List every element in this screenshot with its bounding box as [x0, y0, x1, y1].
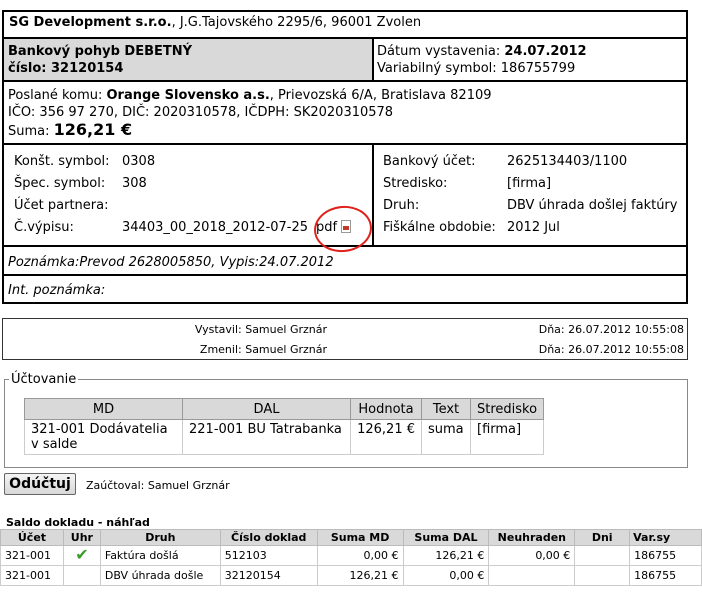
balance-type: Faktúra došlá: [99, 545, 221, 566]
divider: [372, 143, 374, 246]
company-address: , J.G.Tajovského 2295/6, 96001 Zvolen: [171, 15, 422, 30]
issue-date-label: Dátum vystavenia:: [377, 44, 505, 59]
balance-header-paid: Uhr: [62, 529, 101, 546]
sum-value: 126,21 €: [53, 120, 133, 139]
variable-symbol: 186755799: [500, 61, 576, 76]
partner-account-label: Účet partnera:: [14, 198, 109, 213]
recipient-name: Orange Slovensko a.s.: [106, 88, 270, 103]
balance-vs: 186755: [629, 565, 702, 586]
balance-header-doc: Číslo doklad: [219, 529, 318, 546]
spec-symbol-label: Špec. symbol:: [14, 176, 106, 191]
fiscal-period-value: 2012 Jul: [507, 220, 560, 235]
balance-md: 126,21 €: [316, 565, 404, 586]
balance-title: Saldo dokladu - náhľad: [6, 516, 150, 529]
company-header: SG Development s.r.o., J.G.Tajovského 22…: [9, 15, 421, 30]
cost-center-label: Stredisko:: [383, 176, 448, 191]
sum-label: Suma:: [8, 124, 54, 139]
posting-legend: Účtovanie: [11, 372, 77, 387]
unpost-button[interactable]: Odúčtuj: [4, 473, 76, 495]
posting-header-center: Stredisko: [469, 398, 545, 420]
table-row: 321-001 ✔ Faktúra došlá 512103 0,00 € 12…: [0, 545, 702, 566]
doc-title: Bankový pohyb DEBETNÝ: [8, 44, 193, 59]
type-value: DBV úhrada došlej faktúry: [507, 198, 678, 213]
balance-days: [574, 545, 631, 566]
posting-header-md: MD: [24, 398, 183, 420]
balance-header-type: Druh: [99, 529, 221, 546]
recipient-line: Poslané komu: Orange Slovensko a.s., Pri…: [8, 88, 492, 103]
type-label: Druh:: [383, 198, 420, 213]
divider: [2, 143, 688, 145]
posting-row: 321-001 Dodávatelia v salde 221-001 BU Ta…: [24, 419, 545, 455]
bank-account-label: Bankový účet:: [383, 154, 476, 169]
spec-symbol-value: 308: [122, 176, 147, 191]
const-symbol-value: 0308: [122, 154, 156, 169]
audit-box: Vystavil: Samuel Grznár Dňa: 26.07.2012 …: [2, 318, 688, 360]
posting-value: 126,21 €: [350, 419, 422, 455]
changed-on: Dňa: 26.07.2012 10:55:08: [538, 343, 684, 356]
divider: [2, 80, 688, 82]
recipient-label: Poslané komu:: [8, 88, 107, 103]
balance-table: Účet Uhr Druh Číslo doklad Suma MD Suma …: [0, 529, 702, 586]
balance-header-account: Účet: [0, 529, 64, 546]
balance-days: [574, 565, 631, 586]
posting-header-dal: DAL: [182, 398, 351, 420]
posting-header-text: Text: [421, 398, 471, 420]
balance-vs: 186755: [629, 545, 702, 566]
bank-account-value: 2625134403/1100: [507, 154, 628, 169]
note: Poznámka:Prevod 2628005850, Vypis:24.07.…: [8, 255, 334, 270]
recipient-address: , Prievozská 6/A, Bratislava 82109: [269, 88, 492, 103]
doc-number-line: číslo: 32120154: [8, 61, 123, 76]
table-row: 321-001 DBV úhrada došle 32120154 126,21…: [0, 565, 702, 586]
posting-table: MD DAL Hodnota Text Stredisko 321-001 Do…: [24, 398, 545, 455]
company-name: SG Development s.r.o.: [9, 15, 172, 30]
divider: [372, 37, 374, 82]
balance-type: DBV úhrada došle: [99, 565, 221, 586]
statement-number-value: 34403_00_2018_2012-07-25: [122, 220, 309, 235]
cost-center-value: [firma]: [507, 176, 552, 191]
posting-md: 321-001 Dodávatelia v salde: [24, 419, 183, 455]
variable-symbol-line: Variabilný symbol: 186755799: [377, 61, 575, 76]
const-symbol-label: Konšt. symbol:: [14, 154, 110, 169]
doc-number-label: číslo:: [8, 61, 52, 76]
balance-dal: 126,21 €: [402, 545, 490, 566]
posting-text: suma: [421, 419, 471, 455]
balance-account: 321-001: [0, 545, 64, 566]
balance-header-unpaid: Neuhraden: [488, 529, 576, 546]
divider: [2, 274, 688, 276]
posting-center: [firma]: [469, 419, 545, 455]
changed-by: Zmenil: Samuel Grznár: [199, 343, 327, 356]
created-on: Dňa: 26.07.2012 10:55:08: [538, 323, 684, 336]
balance-paid: [62, 565, 101, 586]
balance-header-days: Dni: [574, 529, 631, 546]
posting-header-value: Hodnota: [350, 398, 422, 420]
recipient-ids: IČO: 356 97 270, DIČ: 2020310578, IČDPH:…: [8, 105, 394, 120]
internal-note: Int. poznámka:: [8, 283, 106, 298]
paid-check-icon: ✔: [62, 545, 101, 566]
posting-dal: 221-001 BU Tatrabanka: [182, 419, 351, 455]
balance-unpaid: [488, 565, 576, 586]
balance-doc: 512103: [219, 545, 318, 566]
balance-doc: 32120154: [219, 565, 318, 586]
balance-dal: 0,00 €: [402, 565, 490, 586]
balance-unpaid: 0,00 €: [488, 545, 576, 566]
created-by: Vystavil: Samuel Grznár: [194, 323, 327, 336]
balance-account: 321-001: [0, 565, 64, 586]
issue-date: 24.07.2012: [504, 44, 587, 59]
sum-line: Suma: 126,21 €: [8, 120, 132, 139]
fiscal-period-label: Fiškálne obdobie:: [383, 220, 496, 235]
posted-by: Zaúčtoval: Samuel Grznár: [86, 479, 230, 492]
issue-date-line: Dátum vystavenia: 24.07.2012: [377, 44, 587, 59]
variable-symbol-label: Variabilný symbol:: [377, 61, 501, 76]
balance-md: 0,00 €: [316, 545, 404, 566]
doc-number: 32120154: [51, 61, 124, 76]
balance-header-vs: Var.sy: [629, 529, 702, 546]
statement-number-label: Č.výpisu:: [14, 220, 74, 235]
balance-header-dal: Suma DAL: [402, 529, 490, 546]
balance-header-md: Suma MD: [316, 529, 404, 546]
